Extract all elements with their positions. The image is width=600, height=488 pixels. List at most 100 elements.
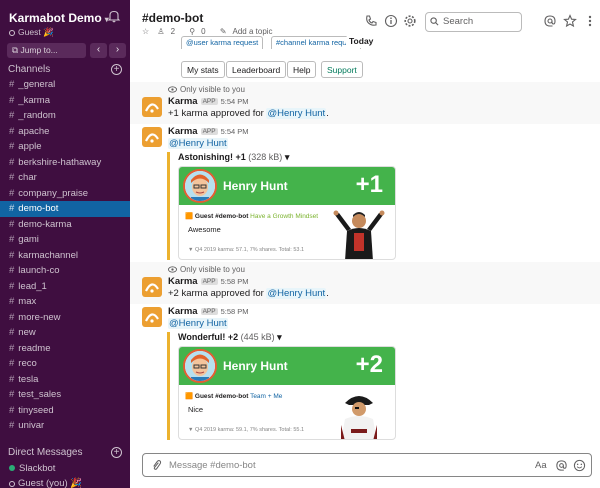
karma-avatar[interactable] bbox=[142, 127, 162, 147]
sidebar-channel-test-sales[interactable]: # test_sales bbox=[0, 387, 130, 403]
attachment-size: (445 kB) bbox=[240, 332, 275, 342]
dm-item-guest[interactable]: Guest (you) 🎉 bbox=[9, 478, 82, 488]
sidebar-channel-tesla[interactable]: # tesla bbox=[0, 372, 130, 388]
info-icon[interactable] bbox=[384, 14, 398, 28]
ephemeral-message: Only visible to you Karma APP 5:54 PM +1 k… bbox=[130, 82, 600, 124]
phone-icon[interactable] bbox=[364, 14, 378, 28]
sidebar-channel-karmachannel[interactable]: # karmachannel bbox=[0, 248, 130, 264]
pencil-icon: ✎ bbox=[219, 27, 227, 36]
sidebar-channel-company-praise[interactable]: # company_praise bbox=[0, 186, 130, 202]
my-stats-button[interactable]: My stats bbox=[181, 61, 225, 78]
karma-avatar[interactable] bbox=[142, 277, 162, 297]
leaderboard-button[interactable]: Leaderboard bbox=[226, 61, 287, 78]
emoji-icon[interactable] bbox=[573, 459, 586, 472]
message-input[interactable] bbox=[169, 458, 499, 473]
sidebar-channel-berkshire-hathaway[interactable]: # berkshire-hathaway bbox=[0, 155, 130, 171]
jump-to-button[interactable]: ⧉ Jump to... bbox=[7, 43, 86, 58]
pins-count[interactable]: ⚲ 0 bbox=[189, 27, 211, 36]
at-icon[interactable] bbox=[555, 459, 568, 472]
channels-heading[interactable]: Channels bbox=[8, 64, 50, 75]
user-name: Guest bbox=[18, 27, 41, 37]
sidebar-channel-demo-karma[interactable]: # demo-karma bbox=[0, 217, 130, 233]
sidebar-channel-new[interactable]: # new bbox=[0, 325, 130, 341]
channel-list: # _general # _karma # _random # apache # apple # be… bbox=[0, 77, 130, 434]
user-mention[interactable]: @Henry Hunt bbox=[168, 318, 228, 329]
sidebar-channel-char[interactable]: # char bbox=[0, 170, 130, 186]
sidebar-channel-lead-1[interactable]: # lead_1 bbox=[0, 279, 130, 295]
card-message: Nice bbox=[188, 405, 204, 414]
channel-title[interactable]: #demo-bot bbox=[142, 11, 203, 25]
channel-label: demo-karma bbox=[18, 218, 72, 230]
more-icon[interactable] bbox=[583, 14, 597, 28]
karma-logo-icon bbox=[145, 313, 159, 323]
timestamp[interactable]: 5:54 PM bbox=[221, 127, 249, 136]
message-header: Karma APP 5:58 PM bbox=[168, 276, 249, 287]
search-box[interactable]: Search bbox=[425, 12, 522, 32]
user-karma-request-button[interactable]: @user karma request bbox=[181, 36, 264, 49]
hash-icon: # bbox=[9, 296, 15, 307]
user-mention[interactable]: @Henry Hunt bbox=[168, 138, 228, 149]
current-user[interactable]: Guest 🎉 bbox=[9, 27, 54, 38]
add-dm-button[interactable]: + bbox=[111, 447, 122, 458]
add-channel-button[interactable]: + bbox=[111, 64, 122, 75]
channel-label: _general bbox=[18, 79, 56, 90]
plus-icon: + bbox=[113, 447, 120, 458]
star-icon[interactable]: ☆ bbox=[142, 27, 149, 36]
sender-name[interactable]: Karma bbox=[168, 306, 198, 317]
sidebar-channel-launch-co[interactable]: # launch-co bbox=[0, 263, 130, 279]
sidebar-channel-max[interactable]: # max bbox=[0, 294, 130, 310]
format-button[interactable]: Aa bbox=[535, 460, 547, 471]
star-outline-icon[interactable] bbox=[563, 14, 577, 28]
karma-card-image[interactable]: Henry Hunt +2 🟧 Guest #demo-bot Team + M… bbox=[178, 346, 396, 440]
sender-name[interactable]: Karma bbox=[168, 126, 198, 137]
sidebar-channel-univar[interactable]: # univar bbox=[0, 418, 130, 434]
sidebar-channel-apache[interactable]: # apache bbox=[0, 124, 130, 140]
timestamp[interactable]: 5:54 PM bbox=[221, 97, 249, 106]
workspace-menu[interactable]: Karmabot Demo ▾ bbox=[9, 11, 109, 25]
sidebar-channel-more-new[interactable]: # more-new bbox=[0, 310, 130, 326]
members-count[interactable]: ♙ 2 bbox=[157, 27, 181, 36]
card-name: Henry Hunt bbox=[223, 359, 288, 373]
sidebar-channel-readme[interactable]: # readme bbox=[0, 341, 130, 357]
sidebar-channel-karma[interactable]: # _karma bbox=[0, 93, 130, 109]
support-button[interactable]: Support bbox=[321, 61, 363, 78]
dm-heading[interactable]: Direct Messages bbox=[8, 447, 82, 458]
karma-avatar[interactable] bbox=[142, 97, 162, 117]
eye-icon bbox=[168, 266, 177, 273]
attachment: Wonderful! +2 (445 kB) ▾ Henry Hunt +2 🟧… bbox=[167, 332, 396, 440]
attachment-title[interactable]: Wonderful! +2 (445 kB) ▾ bbox=[178, 332, 393, 343]
sidebar-channel-general[interactable]: # _general bbox=[0, 77, 130, 93]
pin-icon: ⚲ bbox=[189, 27, 196, 36]
sidebar-channel-tinyseed[interactable]: # tinyseed bbox=[0, 403, 130, 419]
cartoon-face-icon bbox=[185, 171, 215, 201]
bell-icon[interactable] bbox=[107, 9, 121, 23]
sidebar-channel-demo-bot[interactable]: # demo-bot bbox=[0, 201, 130, 217]
sidebar-channel-gami[interactable]: # gami bbox=[0, 232, 130, 248]
at-icon[interactable] bbox=[543, 14, 557, 28]
user-mention[interactable]: @Henry Hunt bbox=[266, 108, 327, 119]
timestamp[interactable]: 5:58 PM bbox=[221, 307, 249, 316]
sender-name[interactable]: Karma bbox=[168, 276, 198, 287]
karma-avatar[interactable] bbox=[142, 307, 162, 327]
sender-name[interactable]: Karma bbox=[168, 96, 198, 107]
timestamp[interactable]: 5:58 PM bbox=[221, 277, 249, 286]
user-mention[interactable]: @Henry Hunt bbox=[266, 288, 327, 299]
help-button[interactable]: Help bbox=[287, 61, 317, 78]
back-button[interactable]: ‹ bbox=[90, 43, 107, 58]
date-divider[interactable]: Today bbox=[345, 36, 378, 48]
sidebar-channel-apple[interactable]: # apple bbox=[0, 139, 130, 155]
paperclip-icon[interactable] bbox=[150, 459, 163, 472]
add-topic-link[interactable]: ✎ Add a topic bbox=[220, 27, 279, 36]
channel-label: test_sales bbox=[18, 389, 62, 400]
attachment-title[interactable]: Astonishing! +1 (328 kB) ▾ bbox=[178, 152, 393, 163]
hash-icon: # bbox=[9, 249, 15, 261]
sidebar-channel-random[interactable]: # _random bbox=[0, 108, 130, 124]
card-banner: Henry Hunt +2 bbox=[179, 347, 395, 385]
gear-icon[interactable] bbox=[403, 14, 417, 28]
forward-button[interactable]: › bbox=[109, 43, 126, 58]
karma-card-image[interactable]: Henry Hunt +1 🟧 Guest #demo-bot Have a G… bbox=[178, 166, 396, 260]
channel-label: karmachannel bbox=[18, 249, 78, 261]
pirate-person-icon bbox=[341, 396, 377, 439]
dm-item-slackbot[interactable]: Slackbot bbox=[9, 463, 55, 474]
sidebar-channel-reco[interactable]: # reco bbox=[0, 356, 130, 372]
